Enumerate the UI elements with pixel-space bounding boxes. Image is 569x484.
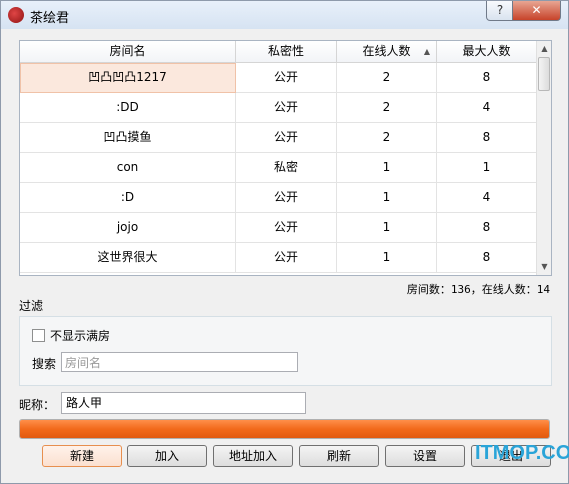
scrollbar-thumb[interactable] [538, 57, 550, 91]
table-row[interactable]: 这世界很大 公开 1 8 [20, 243, 537, 273]
sort-ascending-icon: ▲ [423, 47, 430, 56]
cell-max: 8 [437, 123, 537, 153]
cell-room-name: :D [20, 183, 236, 213]
cell-privacy: 私密 [236, 153, 337, 183]
hide-full-label[interactable]: 不显示满房 [50, 327, 110, 344]
cell-max: 1 [437, 153, 537, 183]
cell-online: 2 [337, 123, 437, 153]
cell-privacy: 公开 [236, 93, 337, 123]
table-row[interactable]: 凹凸凹凸1217 公开 2 8 [20, 63, 537, 93]
filter-title: 过滤 [19, 299, 44, 313]
table-header: 房间名 私密性 在线人数 ▲ 最大人数 [20, 41, 537, 63]
help-button[interactable]: ? [486, 1, 514, 21]
cell-room-name: 凹凸凹凸1217 [20, 63, 236, 93]
cell-max: 8 [437, 213, 537, 243]
cell-max: 8 [437, 63, 537, 93]
column-header-online[interactable]: 在线人数 ▲ [337, 41, 437, 63]
cell-online: 2 [337, 93, 437, 123]
table-row[interactable]: 凹凸摸鱼 公开 2 8 [20, 123, 537, 153]
cell-privacy: 公开 [236, 123, 337, 153]
table-row[interactable]: :D 公开 1 4 [20, 183, 537, 213]
client-area: 房间名 私密性 在线人数 ▲ 最大人数 凹凸凹凸1217 公开 2 8 :DD 公… [7, 30, 562, 478]
join-button[interactable]: 加入 [127, 445, 207, 467]
cell-room-name: con [20, 153, 236, 183]
watermark: ITMOP.COM [475, 442, 569, 464]
cell-online: 2 [337, 63, 437, 93]
progress-bar [19, 419, 550, 439]
cell-room-name: 凹凸摸鱼 [20, 123, 236, 153]
cell-max: 4 [437, 93, 537, 123]
table-row[interactable]: :DD 公开 2 4 [20, 93, 537, 123]
progress-fill [20, 420, 549, 438]
cell-max: 8 [437, 243, 537, 273]
search-input[interactable]: 房间名 [61, 352, 298, 372]
close-button[interactable]: ✕ [512, 1, 561, 21]
column-header-room-name[interactable]: 房间名 [20, 41, 236, 63]
room-stats: 房间数：136，在线人数：14 [406, 283, 550, 296]
settings-button[interactable]: 设置 [385, 445, 465, 467]
cell-privacy: 公开 [236, 183, 337, 213]
cell-room-name: 这世界很大 [20, 243, 236, 273]
cell-room-name: :DD [20, 93, 236, 123]
nickname-label: 昵称： [19, 398, 56, 412]
filter-group: 不显示满房 搜索 房间名 [19, 316, 552, 386]
cell-online: 1 [337, 213, 437, 243]
scroll-down-icon[interactable]: ▼ [537, 259, 551, 275]
nickname-input[interactable]: 路人甲 [61, 392, 306, 414]
column-header-online-label: 在线人数 [362, 44, 411, 58]
table-row[interactable]: con 私密 1 1 [20, 153, 537, 183]
cell-room-name: jojo [20, 213, 236, 243]
cell-online: 1 [337, 243, 437, 273]
cell-privacy: 公开 [236, 63, 337, 93]
room-table: 房间名 私密性 在线人数 ▲ 最大人数 凹凸凹凸1217 公开 2 8 :DD 公… [19, 40, 552, 276]
title-bar[interactable]: 茶绘君 ? ✕ [1, 1, 568, 29]
new-room-button[interactable]: 新建 [42, 445, 122, 467]
search-label: 搜索 [32, 357, 57, 371]
cell-privacy: 公开 [236, 213, 337, 243]
table-row[interactable]: jojo 公开 1 8 [20, 213, 537, 243]
cell-online: 1 [337, 153, 437, 183]
cell-online: 1 [337, 183, 437, 213]
window-title: 茶绘君 [30, 11, 70, 26]
app-logo-icon [8, 7, 24, 23]
column-header-max[interactable]: 最大人数 [437, 41, 537, 63]
scroll-up-icon[interactable]: ▲ [537, 41, 551, 57]
cell-privacy: 公开 [236, 243, 337, 273]
vertical-scrollbar[interactable]: ▲ ▼ [536, 41, 551, 275]
cell-max: 4 [437, 183, 537, 213]
refresh-button[interactable]: 刷新 [299, 445, 379, 467]
hide-full-checkbox[interactable] [32, 329, 45, 342]
app-window: 茶绘君 ? ✕ 房间名 私密性 在线人数 ▲ 最大人数 凹凸凹凸1217 公开 2… [0, 0, 569, 484]
column-header-privacy[interactable]: 私密性 [236, 41, 337, 63]
address-join-button[interactable]: 地址加入 [213, 445, 293, 467]
